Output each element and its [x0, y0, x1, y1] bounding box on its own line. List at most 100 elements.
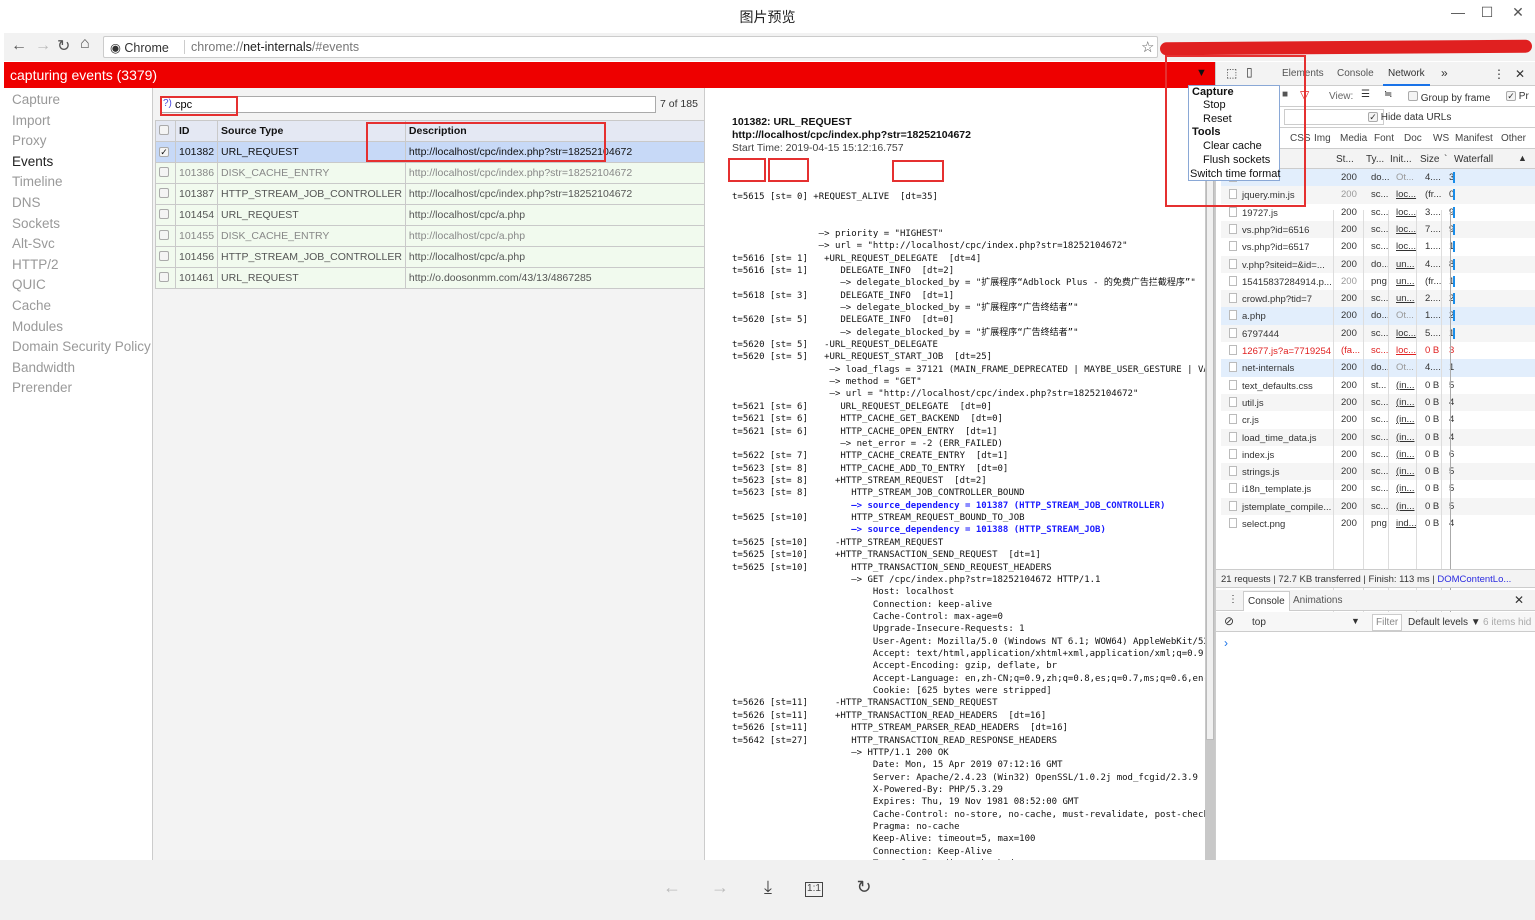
network-request-row[interactable]: strings.js 200 sc... (in... 0 B5 — [1221, 463, 1535, 481]
preserve-log-checkbox[interactable]: ✓ Pr — [1506, 91, 1529, 102]
row-checkbox-cell[interactable] — [155, 183, 176, 205]
tab-network[interactable]: Network — [1383, 66, 1430, 86]
network-request-row[interactable]: 12677.js?a=7719254 (fa... sc... loc... 0 B3 — [1221, 342, 1535, 359]
events-filter-input[interactable] — [175, 97, 645, 112]
drawer-close-icon[interactable]: ✕ — [1514, 593, 1524, 607]
clear-console-icon[interactable]: ⊘ — [1224, 614, 1234, 628]
sidebar-item-quic[interactable]: QUIC — [12, 277, 46, 292]
type-filter-img[interactable]: Img — [1314, 133, 1331, 144]
console-filter-input[interactable]: Filter — [1372, 614, 1403, 631]
event-row[interactable]: 101456 HTTP_STREAM_JOB_CONTROLLER http://l… — [155, 246, 706, 268]
group-by-frame-checkbox[interactable]: Group by frame — [1408, 91, 1490, 104]
row-checkbox[interactable] — [159, 166, 169, 177]
more-tabs-icon[interactable]: » — [1441, 66, 1448, 80]
column-size[interactable]: Size — [1420, 154, 1439, 165]
type-filter-font[interactable]: Font — [1374, 133, 1394, 144]
sidebar-item-bandwidth[interactable]: Bandwidth — [12, 360, 75, 375]
network-request-row[interactable]: text_defaults.css 200 st... (in... 0 B5 — [1221, 377, 1535, 394]
type-filter-media[interactable]: Media — [1340, 133, 1367, 144]
sidebar-item-events[interactable]: Events — [12, 154, 53, 169]
url-text[interactable]: chrome://net-internals/#events — [184, 40, 359, 54]
network-request-row[interactable]: vs.php?id=6517 200 sc... loc... 1.... 1 — [1221, 238, 1535, 255]
column-id[interactable]: ID — [174, 120, 219, 142]
log-levels-dropdown[interactable]: Default levels ▼ — [1408, 617, 1481, 628]
hide-data-urls-checkbox[interactable]: ✓ Hide data URLs — [1368, 112, 1451, 123]
network-request-row[interactable]: 15415837284914.p... 200 png un... (fr... 1 — [1221, 273, 1535, 290]
column-time[interactable]: ` — [1444, 154, 1447, 165]
sidebar-item-timeline[interactable]: Timeline — [12, 174, 63, 189]
sidebar-item-capture[interactable]: Capture — [12, 92, 60, 107]
network-request-row[interactable]: net-internals 200 do... Ot... 4.... 1 — [1221, 359, 1535, 377]
close-window-button[interactable]: ✕ — [1503, 4, 1533, 21]
row-checkbox[interactable] — [159, 229, 169, 240]
sidebar-item-cache[interactable]: Cache — [12, 298, 51, 313]
row-checkbox[interactable] — [159, 208, 169, 219]
next-image-icon[interactable]: → — [708, 877, 732, 898]
row-checkbox-cell[interactable] — [155, 162, 176, 184]
type-filter-other[interactable]: Other — [1501, 133, 1526, 144]
sidebar-item-modules[interactable]: Modules — [12, 319, 63, 334]
network-request-row[interactable]: crowd.php?tid=7 200 sc... un... 2.... 2 — [1221, 290, 1535, 308]
sidebar-item-domain-security-policy[interactable]: Domain Security Policy — [12, 339, 151, 354]
event-row[interactable]: 101455 DISK_CACHE_ENTRY http://localhost/c… — [155, 225, 706, 247]
sidebar-item-proxy[interactable]: Proxy — [12, 133, 47, 148]
sidebar-item-dns[interactable]: DNS — [12, 195, 41, 210]
row-checkbox-cell[interactable] — [155, 246, 176, 268]
type-filter-manifest[interactable]: Manifest — [1455, 133, 1493, 144]
sort-ascending-icon[interactable]: ▲ — [1518, 153, 1527, 163]
minimize-button[interactable]: — — [1443, 4, 1473, 20]
row-checkbox[interactable] — [159, 250, 169, 261]
select-all-checkbox-cell[interactable] — [155, 120, 176, 142]
network-request-row[interactable]: v.php?siteid=&id=... 200 do... un... 4.... 8 — [1221, 255, 1535, 273]
network-request-row[interactable]: util.js 200 sc... (in... 0 B4 — [1221, 393, 1535, 412]
home-icon[interactable]: ⌂ — [80, 35, 90, 53]
devtools-menu-icon[interactable]: ⋮ — [1493, 67, 1505, 81]
event-row[interactable]: 101461 URL_REQUEST http://o.doosonmm.com/4… — [155, 267, 706, 289]
context-selector[interactable]: top — [1252, 617, 1266, 628]
back-icon[interactable]: ← — [11, 37, 27, 55]
drawer-tab-console[interactable]: Console — [1243, 591, 1290, 611]
address-bar[interactable]: ◉ Chrome chrome://net-internals/#events — [103, 36, 1158, 58]
forward-icon[interactable]: → — [35, 37, 51, 55]
network-request-row[interactable]: jstemplate_compile... 200 sc... (in... 0 B5 — [1221, 497, 1535, 515]
row-checkbox[interactable]: ✓ — [159, 147, 169, 157]
sidebar-item-sockets[interactable]: Sockets — [12, 216, 60, 231]
row-checkbox-cell[interactable]: ✓ — [155, 141, 176, 163]
previous-image-icon[interactable]: ← — [660, 877, 684, 898]
type-filter-doc[interactable]: Doc — [1404, 133, 1422, 144]
network-request-row[interactable]: load_time_data.js 200 sc... (in... 0 B4 — [1221, 428, 1535, 446]
bookmark-star-icon[interactable]: ☆ — [1141, 38, 1154, 56]
drawer-tab-animations[interactable]: Animations — [1293, 595, 1342, 606]
sidebar-item-alt-svc[interactable]: Alt-Svc — [12, 236, 55, 251]
log-line[interactable]: —> source_dependency = 101387 (HTTP_STRE… — [732, 500, 1205, 512]
network-request-row[interactable]: index.js 200 sc... (in... 0 B6 — [1221, 446, 1535, 463]
network-request-row[interactable]: vs.php?id=6516 200 sc... loc... 7.... 9 — [1221, 220, 1535, 239]
row-checkbox[interactable] — [159, 187, 169, 198]
network-request-row[interactable]: a.php 200 do... Ot... 1.... 2 — [1221, 307, 1535, 325]
column-type[interactable]: Ty... — [1366, 154, 1384, 165]
sidebar-item-prerender[interactable]: Prerender — [12, 380, 72, 395]
column-waterfall[interactable]: Waterfall — [1454, 154, 1493, 165]
sidebar-item-import[interactable]: Import — [12, 113, 50, 128]
tab-console[interactable]: Console — [1337, 68, 1374, 79]
actual-size-icon[interactable]: 1:1 — [805, 882, 823, 897]
download-icon[interactable]: ⤓ — [756, 877, 780, 898]
reload-icon[interactable]: ↻ — [57, 36, 70, 56]
network-request-row[interactable]: cr.js 200 sc... (in... 0 B4 — [1221, 411, 1535, 428]
sidebar-item-http-2[interactable]: HTTP/2 — [12, 257, 59, 272]
type-filter-ws[interactable]: WS — [1433, 133, 1449, 144]
large-rows-icon[interactable]: ☰ — [1361, 89, 1370, 100]
row-checkbox-cell[interactable] — [155, 204, 176, 226]
drawer-menu-icon[interactable]: ⋮ — [1228, 594, 1238, 605]
network-request-row[interactable]: select.png 200 png ind... 0 B4 — [1221, 515, 1535, 532]
column-status[interactable]: St... — [1336, 154, 1354, 165]
console-prompt[interactable]: › — [1224, 636, 1228, 650]
row-checkbox-cell[interactable] — [155, 267, 176, 289]
rotate-icon[interactable]: ↻ — [852, 877, 876, 898]
event-row[interactable]: 101386 DISK_CACHE_ENTRY http://localhost/c… — [155, 162, 706, 184]
network-request-row[interactable]: 6797444 200 sc... loc... 5.... 1 — [1221, 324, 1535, 342]
event-row[interactable]: 101454 URL_REQUEST http://localhost/cpc/a.… — [155, 204, 706, 226]
overview-icon[interactable]: ≒ — [1384, 89, 1392, 100]
network-request-row[interactable]: i18n_template.js 200 sc... (in... 0 B5 — [1221, 480, 1535, 497]
context-dropdown-icon[interactable]: ▼ — [1351, 616, 1360, 626]
